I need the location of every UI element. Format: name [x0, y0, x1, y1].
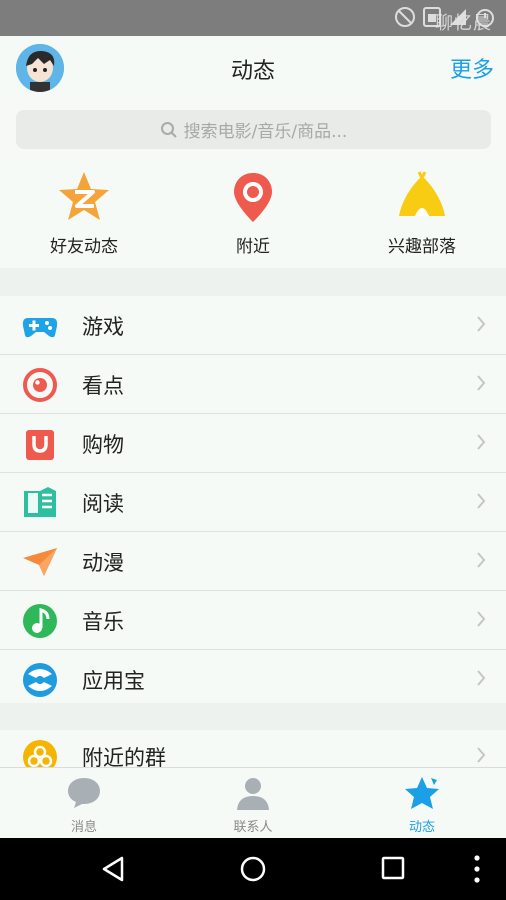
back-icon[interactable]: [100, 855, 126, 883]
list-item-label: 附近的群: [82, 746, 166, 767]
feature-list-2: 附近的群: [0, 730, 506, 767]
list-item-games[interactable]: 游戏: [0, 296, 506, 355]
location-pin-icon: [234, 173, 272, 222]
person-icon: [237, 778, 269, 810]
home-icon[interactable]: [240, 856, 266, 882]
recents-icon[interactable]: [381, 856, 405, 880]
list-item-shopping[interactable]: 购物: [0, 414, 506, 473]
chevron-right-icon: [477, 316, 486, 332]
page-title: 动态: [230, 59, 275, 84]
section-gap: [0, 268, 506, 296]
chevron-right-icon: [477, 747, 486, 763]
list-item-anime[interactable]: 动漫: [0, 532, 506, 591]
quick-label: 附近: [236, 237, 270, 257]
list-item-app-store[interactable]: 应用宝: [0, 650, 506, 709]
app-store-icon: [23, 663, 57, 697]
menu-dots-icon[interactable]: [472, 854, 482, 884]
tab-feed[interactable]: 动态: [362, 776, 482, 835]
paper-plane-icon: [23, 548, 57, 576]
chevron-right-icon: [477, 375, 486, 391]
group-icon: [23, 740, 57, 767]
quick-entries: 好友动态 附近 兴趣部落: [0, 160, 506, 268]
vibrate-icon: [395, 7, 415, 27]
tent-icon: [399, 171, 445, 216]
search-placeholder: 搜索电影/音乐/商品...: [183, 122, 348, 142]
chevron-right-icon: [477, 493, 486, 509]
chevron-right-icon: [477, 611, 486, 627]
shopping-bag-icon: [26, 430, 54, 460]
list-item-label: 购物: [82, 433, 124, 457]
list-item-label: 应用宝: [82, 669, 145, 693]
system-nav-bar: [0, 838, 506, 900]
section-gap: [0, 703, 506, 730]
tab-label: 联系人: [233, 820, 273, 835]
quick-item-friend-feed[interactable]: 好友动态: [9, 170, 159, 257]
list-item-kandian[interactable]: 看点: [0, 355, 506, 414]
chevron-right-icon: [477, 434, 486, 450]
chevron-right-icon: [477, 552, 486, 568]
tab-label: 消息: [70, 820, 97, 835]
list-item-nearby-groups[interactable]: 附近的群: [0, 730, 506, 767]
bottom-tab-bar: 消息 联系人 动态: [0, 767, 506, 839]
list-item-label: 动漫: [82, 551, 124, 575]
list-item-label: 音乐: [82, 610, 124, 634]
list-item-label: 看点: [82, 374, 124, 398]
list-item-reading[interactable]: 阅读: [0, 473, 506, 532]
quick-label: 好友动态: [50, 237, 118, 257]
chat-bubble-icon: [68, 778, 100, 808]
music-note-icon: [23, 604, 57, 638]
feature-list: 游戏 看点 购物 阅读 动漫 音乐 应用宝: [0, 296, 506, 709]
book-icon: [24, 487, 56, 517]
eye-target-icon: [23, 368, 57, 402]
quick-item-nearby[interactable]: 附近: [178, 170, 328, 257]
gamepad-icon: [22, 318, 58, 338]
list-item-label: 阅读: [82, 492, 124, 516]
header: 动态 更多: [0, 36, 506, 100]
watermark-text: 聊忆晨: [435, 13, 492, 34]
list-item-music[interactable]: 音乐: [0, 591, 506, 650]
tab-contacts[interactable]: 联系人: [193, 776, 313, 835]
quick-label: 兴趣部落: [388, 237, 456, 257]
more-button[interactable]: 更多: [450, 52, 494, 84]
search-input[interactable]: 搜索电影/音乐/商品...: [16, 110, 491, 149]
qzone-star-icon: [59, 172, 109, 220]
tab-messages[interactable]: 消息: [24, 776, 144, 835]
chevron-right-icon: [477, 670, 486, 686]
star-icon: [405, 777, 439, 809]
search-icon: [160, 121, 177, 138]
quick-item-tribe[interactable]: 兴趣部落: [347, 170, 497, 257]
tab-label: 动态: [408, 820, 435, 835]
status-bar: 聊忆晨: [0, 0, 506, 36]
list-item-label: 游戏: [82, 315, 124, 339]
